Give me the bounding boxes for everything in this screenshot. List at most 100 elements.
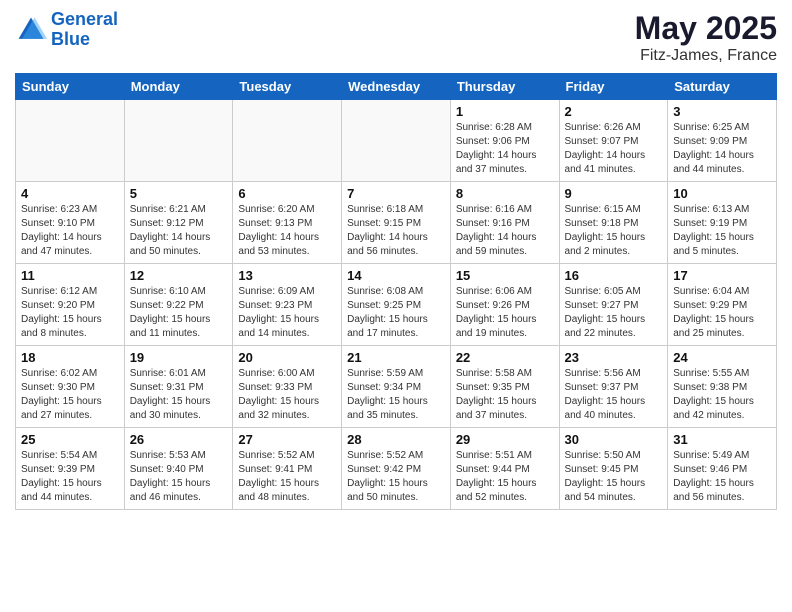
day-number: 14 — [347, 268, 445, 283]
col-wednesday: Wednesday — [342, 74, 451, 100]
col-friday: Friday — [559, 74, 668, 100]
calendar-cell-4-7: 24 Sunrise: 5:55 AM Sunset: 9:38 PM Dayli… — [668, 346, 777, 428]
day-info: Sunrise: 5:51 AM Sunset: 9:44 PM Dayligh… — [456, 449, 554, 505]
day-number: 23 — [565, 350, 663, 365]
day-info: Sunrise: 6:02 AM Sunset: 9:30 PM Dayligh… — [21, 367, 119, 423]
calendar-cell-3-6: 16 Sunrise: 6:05 AM Sunset: 9:27 PM Dayli… — [559, 264, 668, 346]
day-info: Sunrise: 6:10 AM Sunset: 9:22 PM Dayligh… — [130, 285, 228, 341]
day-number: 20 — [238, 350, 336, 365]
calendar-cell-3-1: 11 Sunrise: 6:12 AM Sunset: 9:20 PM Dayli… — [16, 264, 125, 346]
calendar-cell-4-3: 20 Sunrise: 6:00 AM Sunset: 9:33 PM Dayli… — [233, 346, 342, 428]
title-block: May 2025 Fitz-James, France — [635, 10, 777, 65]
week-row-5: 25 Sunrise: 5:54 AM Sunset: 9:39 PM Dayli… — [16, 428, 777, 510]
day-info: Sunrise: 6:16 AM Sunset: 9:16 PM Dayligh… — [456, 203, 554, 259]
day-info: Sunrise: 6:05 AM Sunset: 9:27 PM Dayligh… — [565, 285, 663, 341]
day-info: Sunrise: 5:54 AM Sunset: 9:39 PM Dayligh… — [21, 449, 119, 505]
day-info: Sunrise: 6:00 AM Sunset: 9:33 PM Dayligh… — [238, 367, 336, 423]
logo-general: General — [51, 9, 118, 29]
day-info: Sunrise: 6:13 AM Sunset: 9:19 PM Dayligh… — [673, 203, 771, 259]
calendar-cell-2-7: 10 Sunrise: 6:13 AM Sunset: 9:19 PM Dayli… — [668, 182, 777, 264]
day-info: Sunrise: 5:52 AM Sunset: 9:41 PM Dayligh… — [238, 449, 336, 505]
day-number: 19 — [130, 350, 228, 365]
day-number: 9 — [565, 186, 663, 201]
calendar-cell-1-2 — [124, 100, 233, 182]
logo-icon — [15, 14, 47, 46]
calendar-cell-2-3: 6Sunrise: 6:20 AM Sunset: 9:13 PM Daylig… — [233, 182, 342, 264]
calendar-cell-5-2: 26Sunrise: 5:53 AM Sunset: 9:40 PM Dayli… — [124, 428, 233, 510]
day-number: 4 — [21, 186, 119, 201]
calendar-cell-2-1: 4 Sunrise: 6:23 AM Sunset: 9:10 PM Daylig… — [16, 182, 125, 264]
calendar-cell-5-6: 30 Sunrise: 5:50 AM Sunset: 9:45 PM Dayli… — [559, 428, 668, 510]
day-number: 24 — [673, 350, 771, 365]
calendar-cell-1-5: 1Sunrise: 6:28 AM Sunset: 9:06 PM Daylig… — [450, 100, 559, 182]
day-info: Sunrise: 6:06 AM Sunset: 9:26 PM Dayligh… — [456, 285, 554, 341]
subtitle: Fitz-James, France — [635, 47, 777, 65]
day-info: Sunrise: 5:49 AM Sunset: 9:46 PM Dayligh… — [673, 449, 771, 505]
calendar-cell-1-1 — [16, 100, 125, 182]
week-row-3: 11 Sunrise: 6:12 AM Sunset: 9:20 PM Dayli… — [16, 264, 777, 346]
day-info: Sunrise: 6:15 AM Sunset: 9:18 PM Dayligh… — [565, 203, 663, 259]
calendar-table: Sunday Monday Tuesday Wednesday Thursday… — [15, 73, 777, 510]
day-info: Sunrise: 5:58 AM Sunset: 9:35 PM Dayligh… — [456, 367, 554, 423]
day-number: 13 — [238, 268, 336, 283]
day-number: 16 — [565, 268, 663, 283]
main-title: May 2025 — [635, 10, 777, 47]
col-tuesday: Tuesday — [233, 74, 342, 100]
day-info: Sunrise: 6:18 AM Sunset: 9:15 PM Dayligh… — [347, 203, 445, 259]
day-number: 18 — [21, 350, 119, 365]
calendar-cell-1-4 — [342, 100, 451, 182]
calendar-cell-1-3 — [233, 100, 342, 182]
calendar-cell-5-4: 28 Sunrise: 5:52 AM Sunset: 9:42 PM Dayli… — [342, 428, 451, 510]
day-number: 8 — [456, 186, 554, 201]
day-info: Sunrise: 6:04 AM Sunset: 9:29 PM Dayligh… — [673, 285, 771, 341]
day-number: 22 — [456, 350, 554, 365]
day-info: Sunrise: 6:20 AM Sunset: 9:13 PM Dayligh… — [238, 203, 336, 259]
week-row-2: 4 Sunrise: 6:23 AM Sunset: 9:10 PM Daylig… — [16, 182, 777, 264]
day-number: 15 — [456, 268, 554, 283]
day-info: Sunrise: 6:21 AM Sunset: 9:12 PM Dayligh… — [130, 203, 228, 259]
calendar-cell-5-5: 29 Sunrise: 5:51 AM Sunset: 9:44 PM Dayli… — [450, 428, 559, 510]
day-number: 28 — [347, 432, 445, 447]
calendar-cell-2-2: 5 Sunrise: 6:21 AM Sunset: 9:12 PM Daylig… — [124, 182, 233, 264]
calendar-header-row: Sunday Monday Tuesday Wednesday Thursday… — [16, 74, 777, 100]
day-info: Sunrise: 6:12 AM Sunset: 9:20 PM Dayligh… — [21, 285, 119, 341]
day-info: Sunrise: 5:50 AM Sunset: 9:45 PM Dayligh… — [565, 449, 663, 505]
day-info: Sunrise: 6:28 AM Sunset: 9:06 PM Dayligh… — [456, 121, 554, 177]
day-number: 11 — [21, 268, 119, 283]
calendar-cell-2-5: 8 Sunrise: 6:16 AM Sunset: 9:16 PM Daylig… — [450, 182, 559, 264]
calendar-cell-4-5: 22 Sunrise: 5:58 AM Sunset: 9:35 PM Dayli… — [450, 346, 559, 428]
day-info: Sunrise: 5:53 AM Sunset: 9:40 PM Dayligh… — [130, 449, 228, 505]
header: General Blue May 2025 Fitz-James, France — [15, 10, 777, 65]
day-number: 5 — [130, 186, 228, 201]
calendar-cell-4-2: 19 Sunrise: 6:01 AM Sunset: 9:31 PM Dayli… — [124, 346, 233, 428]
calendar-cell-5-7: 31 Sunrise: 5:49 AM Sunset: 9:46 PM Dayli… — [668, 428, 777, 510]
calendar-cell-3-3: 13Sunrise: 6:09 AM Sunset: 9:23 PM Dayli… — [233, 264, 342, 346]
calendar-cell-4-4: 21 Sunrise: 5:59 AM Sunset: 9:34 PM Dayli… — [342, 346, 451, 428]
day-info: Sunrise: 5:55 AM Sunset: 9:38 PM Dayligh… — [673, 367, 771, 423]
day-number: 7 — [347, 186, 445, 201]
day-number: 10 — [673, 186, 771, 201]
day-number: 21 — [347, 350, 445, 365]
calendar-cell-4-1: 18 Sunrise: 6:02 AM Sunset: 9:30 PM Dayli… — [16, 346, 125, 428]
day-number: 3 — [673, 104, 771, 119]
calendar-cell-3-5: 15 Sunrise: 6:06 AM Sunset: 9:26 PM Dayli… — [450, 264, 559, 346]
col-sunday: Sunday — [16, 74, 125, 100]
day-info: Sunrise: 6:01 AM Sunset: 9:31 PM Dayligh… — [130, 367, 228, 423]
day-number: 25 — [21, 432, 119, 447]
day-info: Sunrise: 5:59 AM Sunset: 9:34 PM Dayligh… — [347, 367, 445, 423]
calendar-cell-1-6: 2Sunrise: 6:26 AM Sunset: 9:07 PM Daylig… — [559, 100, 668, 182]
day-number: 12 — [130, 268, 228, 283]
day-number: 27 — [238, 432, 336, 447]
calendar-cell-4-6: 23Sunrise: 5:56 AM Sunset: 9:37 PM Dayli… — [559, 346, 668, 428]
col-thursday: Thursday — [450, 74, 559, 100]
calendar-cell-5-3: 27 Sunrise: 5:52 AM Sunset: 9:41 PM Dayli… — [233, 428, 342, 510]
day-number: 31 — [673, 432, 771, 447]
calendar-cell-3-7: 17 Sunrise: 6:04 AM Sunset: 9:29 PM Dayli… — [668, 264, 777, 346]
day-info: Sunrise: 6:23 AM Sunset: 9:10 PM Dayligh… — [21, 203, 119, 259]
day-number: 17 — [673, 268, 771, 283]
day-number: 2 — [565, 104, 663, 119]
day-info: Sunrise: 5:52 AM Sunset: 9:42 PM Dayligh… — [347, 449, 445, 505]
day-number: 30 — [565, 432, 663, 447]
calendar-cell-1-7: 3Sunrise: 6:25 AM Sunset: 9:09 PM Daylig… — [668, 100, 777, 182]
day-number: 29 — [456, 432, 554, 447]
